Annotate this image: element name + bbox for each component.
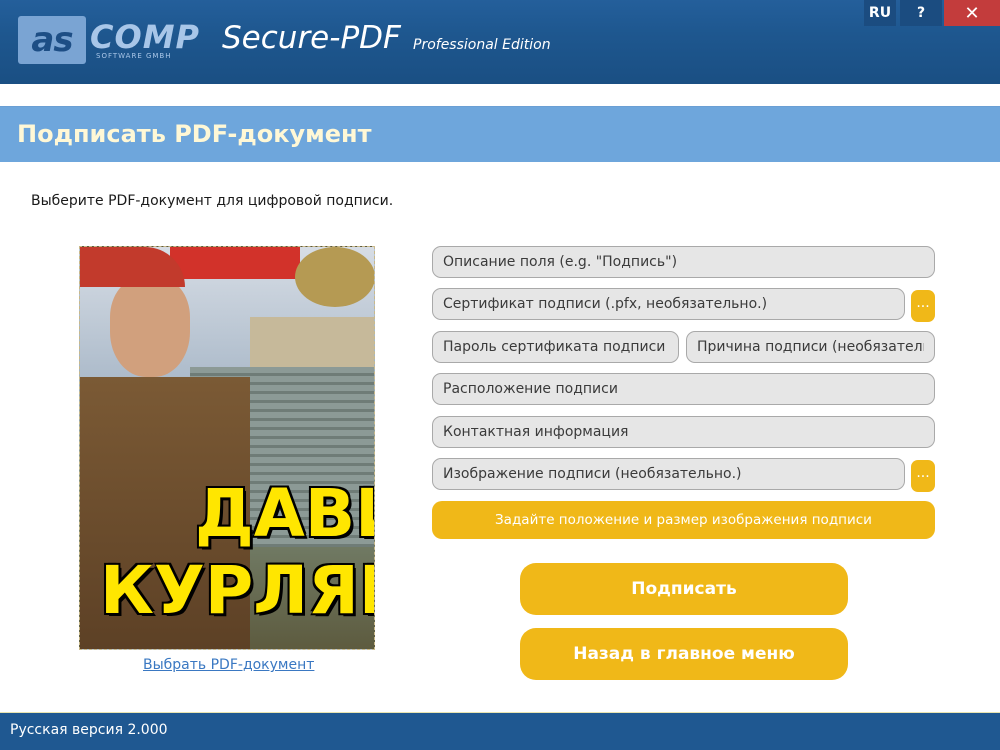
preview-cover-line1: ДАВИ xyxy=(195,475,374,552)
app-edition: Professional Edition xyxy=(413,37,551,53)
header-divider xyxy=(0,84,1000,107)
close-icon: ✕ xyxy=(964,2,980,24)
ascomp-logo: as xyxy=(18,16,86,64)
sign-button[interactable]: Подписать xyxy=(520,563,848,615)
logo-box-text: as xyxy=(31,20,73,60)
help-button[interactable]: ? xyxy=(900,0,942,26)
signature-image-input[interactable] xyxy=(432,458,905,490)
status-bar: Русская версия 2.000 xyxy=(0,713,1000,750)
logo-text: COMP xyxy=(90,18,200,56)
app-title: Secure-PDF xyxy=(222,20,401,56)
section-header: Подписать PDF-документ xyxy=(0,107,1000,162)
position-size-button[interactable]: Задайте положение и размер изображения п… xyxy=(432,501,935,539)
logo-subtitle: SOFTWARE GMBH xyxy=(96,52,172,60)
reason-input[interactable] xyxy=(686,331,935,363)
language-button[interactable]: RU xyxy=(864,0,896,26)
pdf-preview[interactable]: ДАВИ КУРЛЯН xyxy=(79,246,375,650)
certificate-browse-button[interactable]: ... xyxy=(911,290,935,322)
preview-red-banner xyxy=(170,247,300,279)
preview-figure-head xyxy=(110,277,190,377)
contact-input[interactable] xyxy=(432,416,935,448)
version-label: Русская версия 2.000 xyxy=(10,722,168,738)
signature-image-browse-button[interactable]: ... xyxy=(911,460,935,492)
page-title: Подписать PDF-документ xyxy=(17,120,372,148)
back-to-menu-button[interactable]: Назад в главное меню xyxy=(520,628,848,680)
choose-pdf-link[interactable]: Выбрать PDF-документ xyxy=(143,657,314,673)
location-input[interactable] xyxy=(432,373,935,405)
title-bar: as COMP SOFTWARE GMBH Secure-PDF Profess… xyxy=(0,0,1000,85)
certificate-input[interactable] xyxy=(432,288,905,320)
close-button[interactable]: ✕ xyxy=(944,0,1000,26)
cert-password-input[interactable] xyxy=(432,331,679,363)
footer-divider xyxy=(0,706,1000,713)
instruction-text: Выберите PDF-документ для цифровой подпи… xyxy=(31,193,394,209)
field-description-input[interactable] xyxy=(432,246,935,278)
preview-cover-line2: КУРЛЯН xyxy=(100,552,374,629)
preview-emblem xyxy=(295,247,374,307)
